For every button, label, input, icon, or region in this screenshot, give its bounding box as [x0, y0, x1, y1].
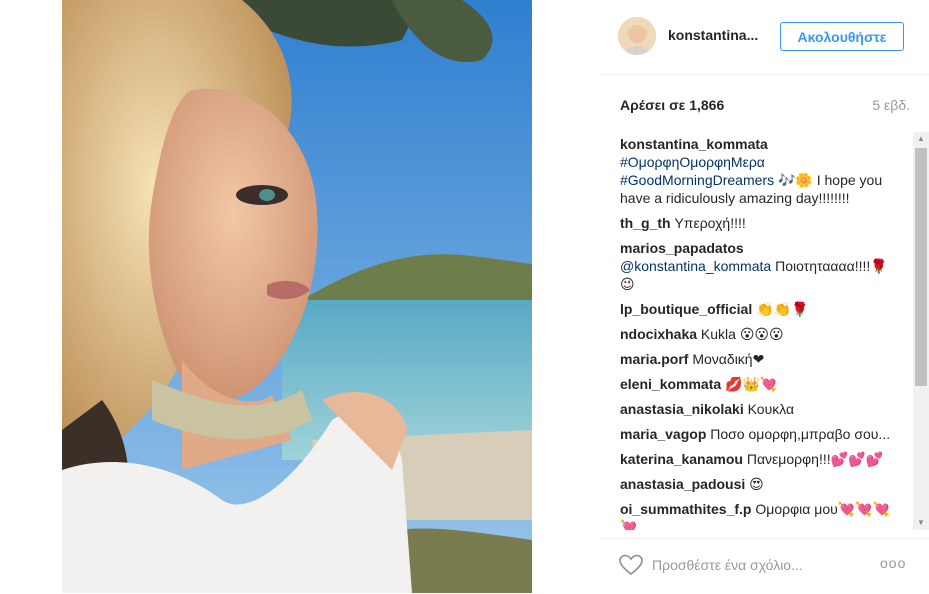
comment-text: 💋👑💘 — [725, 376, 778, 392]
comments-scrollbar[interactable]: ▲ ▼ — [913, 132, 929, 530]
comment-item: lp_boutique_official 👏👏🌹 — [620, 300, 898, 318]
portrait-image — [62, 0, 532, 593]
comment-username[interactable]: anastasia_padousi — [620, 476, 745, 492]
comment-item: katerina_kanamou Πανεμορφη!!!💕💕💕 — [620, 450, 898, 468]
comment-text: Μοναδική❤ — [692, 351, 765, 367]
comment-username[interactable]: ndocixhaka — [620, 326, 697, 342]
comment-item: konstantina_kommata #ΟμορφηΟμορφηΜερα #G… — [620, 135, 898, 207]
comment-username[interactable]: oi_summathites_f.p — [620, 501, 751, 517]
comment-item: marios_papadatos @konstantina_kommata Πο… — [620, 239, 898, 293]
likes-row: Αρέσει σε 1,866 5 εβδ. — [620, 97, 910, 117]
avatar-image — [618, 17, 656, 55]
comment-username[interactable]: maria.porf — [620, 351, 688, 367]
post-header: konstantina... Ακολουθήστε — [600, 0, 929, 75]
scroll-down-icon[interactable]: ▼ — [913, 516, 929, 530]
comment-username[interactable]: th_g_th — [620, 215, 671, 231]
comment-hashtags[interactable]: #ΟμορφηΟμορφηΜερα #GoodMorningDreamers — [620, 154, 774, 188]
more-options-icon[interactable]: ooo — [880, 555, 906, 571]
comment-username[interactable]: marios_papadatos — [620, 240, 744, 256]
heart-outline-icon[interactable] — [618, 553, 644, 577]
follow-button[interactable]: Ακολουθήστε — [780, 22, 904, 51]
comment-username[interactable]: konstantina_kommata — [620, 136, 768, 152]
post-time[interactable]: 5 εβδ. — [872, 97, 910, 113]
comment-username[interactable]: eleni_kommata — [620, 376, 721, 392]
comments-list[interactable]: konstantina_kommata #ΟμορφηΟμορφηΜερα #G… — [600, 128, 929, 530]
comment-hashtags[interactable]: @konstantina_kommata — [620, 258, 771, 274]
comment-text: Υπεροχή!!!! — [674, 215, 746, 231]
comment-footer: ooo — [600, 538, 929, 594]
scroll-up-icon[interactable]: ▲ — [913, 132, 929, 146]
comment-text: Kukla 😮😮😮 — [700, 326, 784, 342]
post-side-panel: konstantina... Ακολουθήστε Αρέσει σε 1,8… — [600, 0, 929, 593]
likes-count[interactable]: Αρέσει σε 1,866 — [620, 97, 724, 113]
comment-username[interactable]: katerina_kanamou — [620, 451, 743, 467]
avatar[interactable] — [618, 17, 656, 55]
comment-username[interactable]: anastasia_nikolaki — [620, 401, 744, 417]
comment-item: th_g_th Υπεροχή!!!! — [620, 214, 898, 232]
post-photo[interactable] — [62, 0, 532, 593]
comment-username[interactable]: maria_vagop — [620, 426, 706, 442]
comment-item: oi_summathites_f.p Ομορφια μου💘💘💘💘 — [620, 500, 898, 530]
comment-text: Ποσο ομορφη,μπραβο σου... — [710, 426, 891, 442]
comment-input[interactable] — [652, 553, 852, 577]
comment-item: anastasia_nikolaki Κουκλα — [620, 400, 898, 418]
scroll-thumb[interactable] — [915, 148, 927, 386]
comment-item: eleni_kommata 💋👑💘 — [620, 375, 898, 393]
comment-text: 👏👏🌹 — [756, 301, 809, 317]
comment-item: ndocixhaka Kukla 😮😮😮 — [620, 325, 898, 343]
comment-username[interactable]: lp_boutique_official — [620, 301, 752, 317]
comment-item: anastasia_padousi 😍 — [620, 475, 898, 493]
comment-text: 😍 — [749, 476, 764, 492]
username-link[interactable]: konstantina... — [668, 27, 758, 43]
comment-item: maria_vagop Ποσο ομορφη,μπραβο σου... — [620, 425, 898, 443]
comment-item: maria.porf Μοναδική❤ — [620, 350, 898, 368]
comment-text: Πανεμορφη!!!💕💕💕 — [746, 451, 883, 467]
comment-text: Κουκλα — [747, 401, 795, 417]
